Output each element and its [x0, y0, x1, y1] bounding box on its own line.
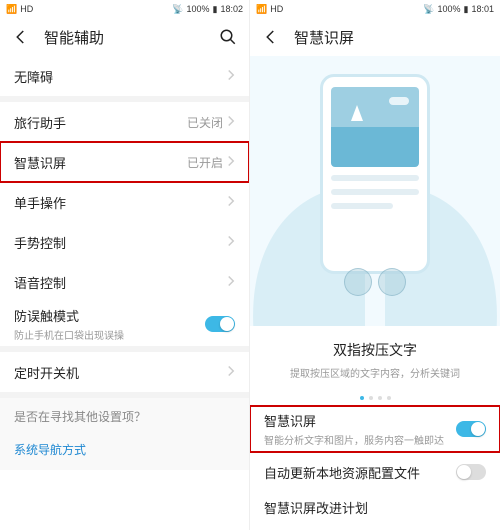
signal-icon: 📶 [6, 4, 17, 15]
battery-icon: ▮ [464, 4, 469, 15]
row-voice[interactable]: 语音控制 [0, 262, 249, 302]
toggle-hitouch[interactable] [456, 421, 486, 437]
battery-icon: ▮ [213, 4, 218, 15]
link-system-nav[interactable]: 系统导航方式 [0, 435, 249, 470]
row-sublabel: 防止手机在口袋出现误操 [14, 327, 205, 342]
page-title: 智能辅助 [44, 27, 205, 48]
hd-icon: HD [270, 4, 283, 14]
page-title: 智慧识屏 [294, 27, 490, 48]
signal-icon: 📶 [256, 4, 267, 15]
row-label: 智慧识屏 [14, 153, 187, 172]
row-travel-assistant[interactable]: 旅行助手 已关闭 [0, 102, 249, 142]
row-autoupdate[interactable]: 自动更新本地资源配置文件 [250, 452, 500, 492]
clock: 18:01 [471, 4, 494, 14]
toggle-mistouch[interactable] [205, 316, 235, 332]
status-bar: 📶 HD 📡 100% ▮ 18:01 [250, 0, 500, 18]
phone-mockup [320, 74, 430, 274]
row-label: 智慧识屏 [264, 411, 456, 430]
promo-desc: 提取按压区域的文字内容，分析关键词 [260, 365, 490, 380]
row-accessibility[interactable]: 无障碍 [0, 56, 249, 96]
row-label: 定时开关机 [14, 363, 227, 382]
clock: 18:02 [220, 4, 243, 14]
chevron-right-icon [227, 235, 235, 250]
row-improve-plan[interactable]: 智慧识屏改进计划 [250, 492, 500, 522]
chevron-right-icon [227, 69, 235, 84]
row-label: 单手操作 [14, 193, 227, 212]
promo: 双指按压文字 提取按压区域的文字内容，分析关键词 [250, 326, 500, 386]
touch-indicator [344, 268, 406, 296]
row-hitouch[interactable]: 智慧识屏 已开启 [0, 142, 249, 182]
row-onehand[interactable]: 单手操作 [0, 182, 249, 222]
page-indicator[interactable] [250, 386, 500, 406]
chevron-right-icon [227, 275, 235, 290]
wifi-icon: 📡 [423, 4, 434, 15]
row-value: 已关闭 [187, 114, 223, 131]
row-label: 智慧识屏改进计划 [264, 498, 486, 517]
battery-pct: 100% [437, 4, 460, 14]
chevron-right-icon [227, 365, 235, 380]
row-label: 手势控制 [14, 233, 227, 252]
row-label: 无障碍 [14, 67, 227, 86]
header: 智慧识屏 [250, 18, 500, 56]
back-icon[interactable] [10, 26, 32, 48]
dot [360, 396, 364, 400]
row-sublabel: 智能分析文字和图片，服务内容一触即达 [264, 432, 456, 447]
mock-image [331, 87, 419, 167]
toggle-autoupdate[interactable] [456, 464, 486, 480]
search-hint: 是否在寻找其他设置项？ [0, 398, 249, 435]
battery-pct: 100% [186, 4, 209, 14]
row-gesture[interactable]: 手势控制 [0, 222, 249, 262]
chevron-right-icon [227, 115, 235, 130]
search-icon[interactable] [217, 26, 239, 48]
promo-title: 双指按压文字 [260, 340, 490, 360]
header: 智能辅助 [0, 18, 249, 56]
row-value: 已开启 [187, 154, 223, 171]
illustration [250, 56, 500, 326]
dot [387, 396, 391, 400]
hd-icon: HD [20, 4, 33, 14]
row-hitouch-toggle[interactable]: 智慧识屏 智能分析文字和图片，服务内容一触即达 [250, 406, 500, 452]
back-icon[interactable] [260, 26, 282, 48]
row-schedule-power[interactable]: 定时开关机 [0, 352, 249, 392]
row-label: 旅行助手 [14, 113, 187, 132]
dot [369, 396, 373, 400]
status-bar: 📶 HD 📡 100% ▮ 18:02 [0, 0, 249, 18]
chevron-right-icon [227, 155, 235, 170]
row-label: 防误触模式 [14, 306, 205, 325]
row-label: 自动更新本地资源配置文件 [264, 463, 456, 482]
row-label: 语音控制 [14, 273, 227, 292]
chevron-right-icon [227, 195, 235, 210]
wifi-icon: 📡 [172, 4, 183, 15]
dot [378, 396, 382, 400]
row-mistouch[interactable]: 防误触模式 防止手机在口袋出现误操 [0, 302, 249, 346]
